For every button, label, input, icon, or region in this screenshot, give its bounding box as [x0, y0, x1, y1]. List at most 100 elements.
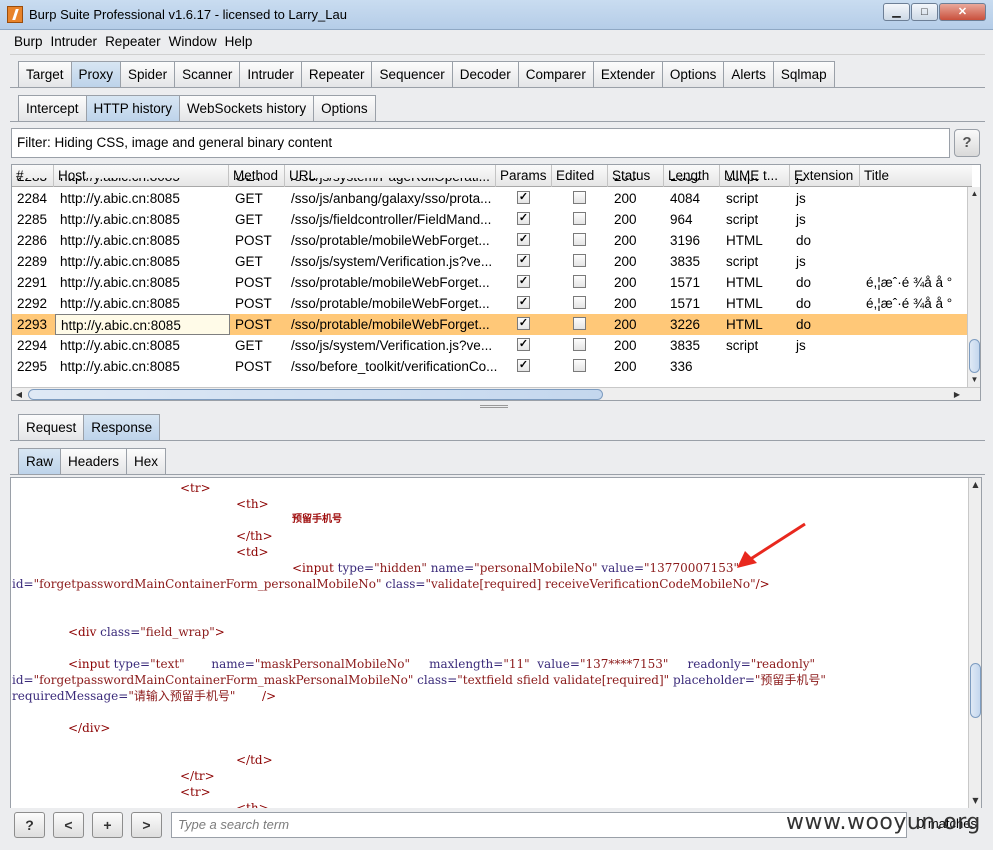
menu-help[interactable]: Help: [221, 31, 257, 53]
menu-repeater[interactable]: Repeater: [101, 31, 165, 53]
code-token: class=: [413, 673, 458, 687]
edited-checkbox[interactable]: [573, 233, 586, 246]
edited-checkbox[interactable]: [573, 254, 586, 267]
tab-options[interactable]: Options: [661, 61, 725, 87]
view-tabs: Raw Headers Hex: [18, 448, 167, 474]
tab-sequencer[interactable]: Sequencer: [371, 61, 453, 87]
table-vertical-scrollbar[interactable]: ▲ ▼: [967, 187, 980, 387]
table-row[interactable]: 2284 http://y.abic.cn:8085 GET/sso/js/anba…: [12, 188, 967, 209]
raw-vertical-scrollbar[interactable]: ▲ ▼: [968, 478, 981, 808]
params-checkbox[interactable]: ✓: [517, 275, 530, 288]
minimize-button[interactable]: ▁: [883, 3, 910, 21]
filter-bar[interactable]: Filter: Hiding CSS, image and general bi…: [11, 128, 950, 158]
params-checkbox[interactable]: ✓: [517, 359, 530, 372]
tab-sqlmap[interactable]: Sqlmap: [772, 61, 835, 87]
tab-comparer[interactable]: Comparer: [517, 61, 594, 87]
params-checkbox[interactable]: ✓: [517, 296, 530, 309]
edited-checkbox[interactable]: [573, 296, 586, 309]
tab-websockets-history[interactable]: WebSockets history: [179, 95, 315, 121]
params-checkbox[interactable]: ✓: [517, 233, 530, 246]
edited-checkbox[interactable]: [573, 191, 586, 204]
hscroll-thumb[interactable]: [28, 389, 603, 400]
code-token: id=: [12, 577, 34, 591]
cell-ext: js: [796, 338, 806, 353]
scroll-right-icon[interactable]: ▶: [950, 388, 964, 400]
cell-num: 2295: [17, 359, 48, 374]
tab-proxy[interactable]: Proxy: [70, 61, 122, 87]
tab-intruder[interactable]: Intruder: [239, 61, 302, 87]
tab-intercept[interactable]: Intercept: [18, 95, 87, 121]
cell-host: http://y.abic.cn:8085: [60, 212, 180, 227]
code-token: <div: [68, 625, 101, 639]
filter-help-button[interactable]: ?: [954, 129, 980, 157]
scroll-left-icon[interactable]: ◀: [12, 388, 26, 400]
cell-method: GET: [235, 191, 263, 206]
help-button[interactable]: ?: [14, 812, 45, 838]
scroll-thumb[interactable]: [969, 339, 980, 373]
scroll-down-icon[interactable]: ▼: [969, 794, 981, 808]
edited-checkbox[interactable]: [573, 212, 586, 225]
table-row-partial[interactable]: 2283 http://y.abic.cn:8085 GET /sso/js/s…: [12, 178, 967, 187]
cell-url: /sso/protable/mobileWebForget...: [291, 317, 490, 332]
cell-status: 200: [614, 191, 637, 206]
response-raw-viewer[interactable]: <tr> <th> 预留手机号 </th> <td> <input type="…: [10, 477, 982, 809]
tab-http-history[interactable]: HTTP history: [85, 95, 181, 121]
cell-length: 1571: [670, 275, 701, 290]
menu-window[interactable]: Window: [165, 31, 221, 53]
params-checkbox[interactable]: ✓: [517, 317, 530, 330]
splitter-handle[interactable]: [480, 405, 508, 408]
code-token: "hidden": [374, 561, 427, 575]
code-line: requiredMessage="请输入预留手机号" />: [12, 689, 276, 703]
cell-title: [861, 356, 866, 377]
edited-checkbox[interactable]: [573, 359, 586, 372]
previous-button[interactable]: <: [53, 812, 84, 838]
tab-repeater[interactable]: Repeater: [300, 61, 373, 87]
message-tabs-divider: [10, 440, 985, 441]
tab-extender[interactable]: Extender: [592, 61, 663, 87]
table-row[interactable]: 2292 http://y.abic.cn:8085 POST/sso/protab…: [12, 293, 967, 314]
menu-intruder[interactable]: Intruder: [47, 31, 102, 53]
cell-num: 2284: [17, 191, 48, 206]
scroll-down-icon[interactable]: ▼: [968, 373, 980, 387]
cell-status: 200: [614, 317, 637, 332]
tab-scanner[interactable]: Scanner: [174, 61, 241, 87]
cell-method: POST: [235, 275, 272, 290]
code-token: maxlength=: [410, 657, 504, 671]
tab-proxy-options[interactable]: Options: [313, 95, 376, 121]
tab-hex[interactable]: Hex: [126, 448, 167, 474]
params-checkbox[interactable]: ✓: [517, 254, 530, 267]
tab-target[interactable]: Target: [18, 61, 72, 87]
tab-decoder[interactable]: Decoder: [451, 61, 519, 87]
params-checkbox[interactable]: ✓: [517, 212, 530, 225]
tab-response[interactable]: Response: [83, 414, 161, 440]
scroll-thumb[interactable]: [970, 663, 981, 718]
cell-title: [861, 314, 866, 335]
scroll-up-icon[interactable]: ▲: [968, 187, 980, 201]
table-row[interactable]: 2295 http://y.abic.cn:8085 POST/sso/before…: [12, 356, 967, 377]
scroll-up-icon[interactable]: ▲: [969, 478, 981, 492]
next-button[interactable]: >: [131, 812, 162, 838]
edited-checkbox[interactable]: [573, 338, 586, 351]
table-row[interactable]: 2289 http://y.abic.cn:8085 GET/sso/js/syst…: [12, 251, 967, 272]
table-row[interactable]: 2291 http://y.abic.cn:8085 POST/sso/protab…: [12, 272, 967, 293]
tab-raw[interactable]: Raw: [18, 448, 62, 474]
edited-checkbox[interactable]: [573, 317, 586, 330]
close-button[interactable]: ✕: [939, 3, 986, 21]
params-checkbox[interactable]: ✓: [517, 191, 530, 204]
cell-title: é,¦æˆ·é ¾å å °: [866, 296, 953, 311]
table-row[interactable]: 2285 http://y.abic.cn:8085 GET/sso/js/fiel…: [12, 209, 967, 230]
table-horizontal-scrollbar[interactable]: ◀ ▶: [12, 387, 980, 400]
add-button[interactable]: +: [92, 812, 123, 838]
edited-checkbox[interactable]: [573, 275, 586, 288]
table-row[interactable]: 2293 http://y.abic.cn:8085 POST/sso/protab…: [12, 314, 967, 335]
tab-headers[interactable]: Headers: [60, 448, 128, 474]
params-checkbox[interactable]: ✓: [517, 338, 530, 351]
tab-spider[interactable]: Spider: [120, 61, 176, 87]
table-row[interactable]: 2294 http://y.abic.cn:8085 GET/sso/js/syst…: [12, 335, 967, 356]
cell-ext: do: [796, 317, 812, 332]
tab-alerts[interactable]: Alerts: [723, 61, 774, 87]
menu-burp[interactable]: Burp: [10, 31, 47, 53]
tab-request[interactable]: Request: [18, 414, 85, 440]
maximize-button[interactable]: □: [911, 3, 938, 21]
table-row[interactable]: 2286 http://y.abic.cn:8085 POST/sso/protab…: [12, 230, 967, 251]
